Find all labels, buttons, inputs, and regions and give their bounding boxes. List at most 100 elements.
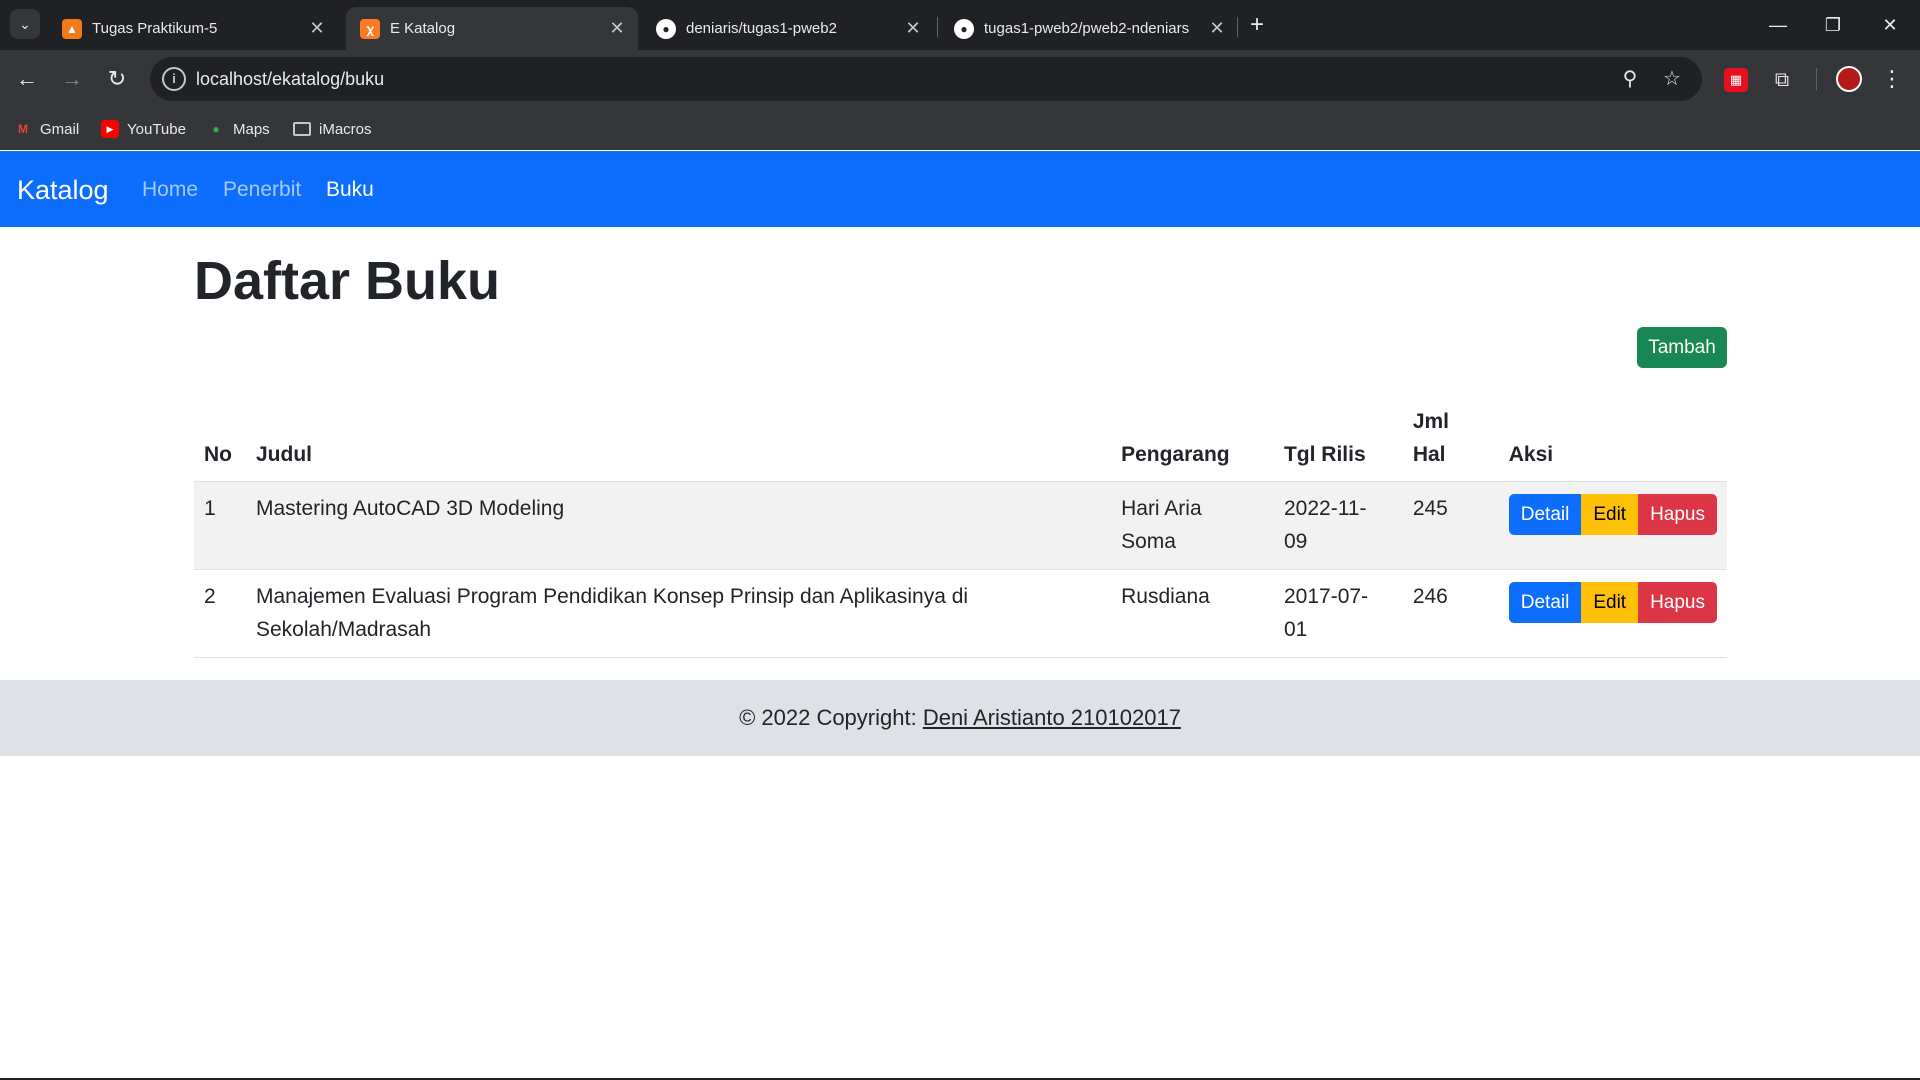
github-icon: ● <box>656 18 676 39</box>
bookmark-gmail[interactable]: M Gmail <box>14 117 79 141</box>
header-pengarang: Pengarang <box>1111 401 1274 482</box>
action-button-group: Detail Edit Hapus <box>1508 582 1717 623</box>
footer-author-link[interactable]: Deni Aristianto 210102017 <box>923 705 1181 730</box>
cell-jml-hal: 245 <box>1402 481 1499 570</box>
close-icon[interactable]: ✕ <box>1202 18 1232 39</box>
window-close-icon[interactable]: ✕ <box>1870 10 1910 40</box>
browser-toolbar: ← → ↻ i localhost/ekatalog/buku ⚲ ☆ ▦ ⧉ … <box>0 50 1920 108</box>
navbar-brand[interactable]: Katalog <box>17 175 109 206</box>
site-footer: © 2022 Copyright: Deni Aristianto 210102… <box>0 680 1920 756</box>
cell-no: 2 <box>194 569 246 658</box>
browser-tab-github-1[interactable]: ● deniaris/tugas1-pweb2 ✕ <box>642 7 934 50</box>
browser-tab-github-2[interactable]: ● tugas1-pweb2/pweb2-ndeniars ✕ <box>940 7 1238 50</box>
cell-judul: Mastering AutoCAD 3D Modeling <box>245 481 1112 570</box>
bookmark-imacros[interactable]: iMacros <box>293 117 372 141</box>
address-url[interactable]: localhost/ekatalog/buku <box>196 69 384 90</box>
tab-title: E Katalog <box>390 20 456 37</box>
table-header-row: No Judul Pengarang Tgl Rilis Jml Hal Aks… <box>194 401 1727 482</box>
bookmark-label: iMacros <box>319 120 372 138</box>
reload-icon[interactable]: ↻ <box>102 64 132 94</box>
nav-link-home[interactable]: Home <box>142 178 198 202</box>
toolbar-separator <box>1816 68 1817 90</box>
delete-button[interactable]: Hapus <box>1638 582 1717 623</box>
cell-no: 1 <box>194 481 246 570</box>
tab-title: Tugas Praktikum-5 <box>92 20 218 37</box>
nav-link-penerbit[interactable]: Penerbit <box>223 178 301 202</box>
detail-button[interactable]: Detail <box>1508 582 1582 623</box>
classroom-icon: ▲ <box>62 18 82 39</box>
maps-pin-icon: ● <box>212 122 220 136</box>
table-row: 1 Mastering AutoCAD 3D Modeling Hari Ari… <box>194 481 1727 570</box>
header-jml-hal-line2: Hal <box>1412 443 1446 466</box>
xampp-icon: ꭓ <box>360 18 380 39</box>
cell-tgl-rilis: 2017-07- 01 <box>1273 569 1403 658</box>
cell-judul-line2: Sekolah/Madrasah <box>255 618 432 641</box>
add-book-button[interactable]: Tambah <box>1637 327 1727 368</box>
bookmark-star-icon[interactable]: ☆ <box>1660 67 1684 91</box>
cell-tgl-line2: 01 <box>1283 618 1308 641</box>
cell-tgl-line2: 09 <box>1283 530 1308 553</box>
address-bar[interactable]: i localhost/ekatalog/buku ⚲ ☆ <box>150 57 1702 101</box>
close-icon[interactable]: ✕ <box>898 18 928 39</box>
tab-separator <box>1237 17 1238 37</box>
cell-pengarang-line1: Hari Aria <box>1121 497 1202 520</box>
folder-icon <box>293 122 311 136</box>
tab-search-button[interactable]: ⌄ <box>10 9 40 39</box>
nav-link-buku[interactable]: Buku <box>326 178 374 202</box>
cell-aksi: Detail Edit Hapus <box>1498 569 1727 658</box>
edit-button[interactable]: Edit <box>1581 494 1639 535</box>
cell-tgl-line1: 2022-11- <box>1283 497 1367 520</box>
bookmark-label: YouTube <box>127 120 186 138</box>
more-vert-icon[interactable]: ⋮ <box>1880 64 1904 94</box>
extensions-puzzle-icon[interactable]: ⧉ <box>1770 68 1794 92</box>
restore-icon[interactable]: ❐ <box>1813 10 1853 40</box>
tab-title: tugas1-pweb2/pweb2-ndeniars <box>984 20 1190 37</box>
close-icon[interactable]: ✕ <box>302 18 332 39</box>
site-info-icon[interactable]: i <box>162 67 186 91</box>
bookmarks-bar: M Gmail ▶ YouTube ● Maps iMacros <box>0 108 1920 150</box>
tab-title: deniaris/tugas1-pweb2 <box>686 20 837 37</box>
close-icon[interactable]: ✕ <box>602 18 632 39</box>
youtube-icon: ▶ <box>101 120 119 138</box>
header-no: No <box>194 401 246 482</box>
header-aksi: Aksi <box>1498 401 1727 482</box>
cell-pengarang-line2: Soma <box>1121 530 1176 553</box>
header-jml-hal-line1: Jml <box>1412 410 1450 433</box>
back-arrow-icon[interactable]: ← <box>12 64 42 94</box>
gmail-icon: M <box>18 122 28 136</box>
profile-avatar[interactable] <box>1836 66 1862 92</box>
bookmark-label: Maps <box>233 120 270 138</box>
bookmark-label: Gmail <box>40 120 80 138</box>
cell-tgl-line1: 2017-07- <box>1283 585 1369 608</box>
header-judul: Judul <box>245 401 1112 482</box>
bookmark-maps[interactable]: ● Maps <box>207 117 270 141</box>
delete-button[interactable]: Hapus <box>1638 494 1717 535</box>
cell-tgl-rilis: 2022-11- 09 <box>1273 481 1403 570</box>
cell-pengarang: Hari Aria Soma <box>1111 481 1274 570</box>
github-icon: ● <box>954 18 974 39</box>
forward-arrow-icon[interactable]: → <box>57 64 87 94</box>
bookmark-youtube[interactable]: ▶ YouTube <box>101 117 186 141</box>
browser-tab-strip: ⌄ ▲ Tugas Praktikum-5 ✕ ꭓ E Katalog ✕ ● … <box>0 0 1920 50</box>
table-row: 2 Manajemen Evaluasi Program Pendidikan … <box>194 569 1727 658</box>
header-jml-hal: Jml Hal <box>1402 401 1499 482</box>
cell-aksi: Detail Edit Hapus <box>1498 481 1727 570</box>
minimize-icon[interactable]: — <box>1758 10 1798 40</box>
tab-separator <box>937 17 938 37</box>
cell-pengarang: Rusdiana <box>1111 569 1274 658</box>
browser-tab-tugas[interactable]: ▲ Tugas Praktikum-5 ✕ <box>48 7 338 50</box>
extension-icon[interactable]: ▦ <box>1724 68 1748 92</box>
action-button-group: Detail Edit Hapus <box>1508 494 1717 535</box>
cell-jml-hal: 246 <box>1402 569 1499 658</box>
chevron-down-icon: ⌄ <box>19 15 31 32</box>
cell-judul: Manajemen Evaluasi Program Pendidikan Ko… <box>245 569 1112 658</box>
page-title: Daftar Buku <box>194 251 501 311</box>
detail-button[interactable]: Detail <box>1508 494 1582 535</box>
zoom-icon[interactable]: ⚲ <box>1618 67 1642 91</box>
header-tgl-rilis: Tgl Rilis <box>1273 401 1403 482</box>
cell-judul-line1: Manajemen Evaluasi Program Pendidikan Ko… <box>255 585 969 608</box>
edit-button[interactable]: Edit <box>1581 582 1639 623</box>
footer-copyright: © 2022 Copyright: <box>739 705 923 730</box>
new-tab-button[interactable]: + <box>1242 12 1272 38</box>
browser-tab-ekatalog[interactable]: ꭓ E Katalog ✕ <box>346 7 638 50</box>
